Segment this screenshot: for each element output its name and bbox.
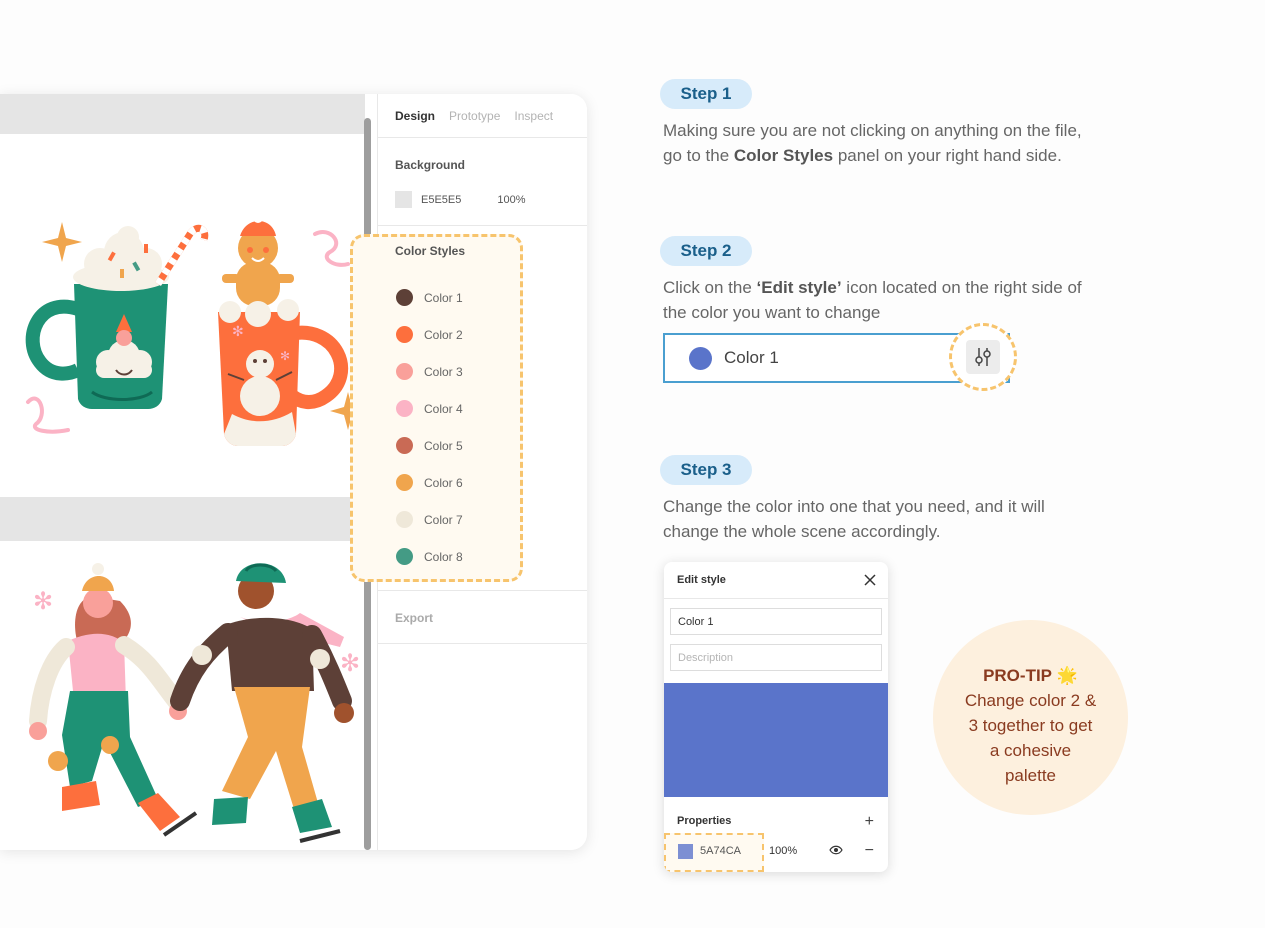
- color-style-label: Color 7: [424, 512, 463, 527]
- step-3-text: Change the color into one that you need,…: [663, 494, 1093, 544]
- step-1-text: Making sure you are not clicking on anyt…: [663, 118, 1093, 168]
- color-style-label: Color 3: [424, 364, 463, 379]
- panel-tabs: Design Prototype Inspect: [378, 94, 587, 138]
- color-style-item[interactable]: Color 6: [378, 464, 587, 501]
- color-styles-section: Color Styles Color 1 Color 2 Color 3 Col…: [350, 226, 587, 591]
- edit-style-dialog: Edit style Color 1 Description Propertie…: [664, 562, 888, 872]
- color-dot: [396, 437, 413, 454]
- color-dot: [396, 326, 413, 343]
- color-1-label: Color 1: [724, 348, 779, 367]
- color-style-item[interactable]: Color 3: [378, 353, 587, 390]
- tab-inspect[interactable]: Inspect: [514, 109, 553, 123]
- export-title: Export: [395, 611, 434, 625]
- pro-tip-title: PRO-TIP: [983, 666, 1053, 685]
- color-style-label: Color 1: [424, 290, 463, 305]
- canvas-frame-bottom-band: [0, 497, 377, 541]
- add-property-icon[interactable]: +: [865, 814, 874, 830]
- design-panel: Design Prototype Inspect Background E5E5…: [350, 94, 587, 850]
- color-styles-title: Color Styles: [395, 244, 466, 258]
- color-style-label: Color 2: [424, 327, 463, 342]
- edit-style-title: Edit style: [677, 574, 726, 586]
- design-canvas: ✻ ✻ ✻ ✻ Design Prototype Inspect Backgro…: [0, 94, 587, 850]
- canvas-frame-top-band: [0, 94, 365, 134]
- eye-icon[interactable]: [829, 845, 843, 855]
- color-dot: [396, 474, 413, 491]
- color-style-label: Color 8: [424, 549, 463, 564]
- properties-section: Properties + 5A74CA 100% −: [664, 797, 888, 872]
- step-2-text: Click on the ‘Edit style’ icon located o…: [663, 275, 1093, 325]
- color-preview[interactable]: [664, 683, 888, 797]
- color-style-label: Color 4: [424, 401, 463, 416]
- color-style-item[interactable]: Color 7: [378, 501, 587, 538]
- svg-text:✻: ✻: [33, 588, 53, 615]
- edit-style-icon-box: [966, 340, 1000, 374]
- step-2-pill: Step 2: [660, 236, 752, 266]
- background-opacity[interactable]: 100%: [497, 194, 525, 206]
- color-style-label: Color 6: [424, 475, 463, 490]
- color-dot: [396, 289, 413, 306]
- fill-swatch[interactable]: [678, 844, 693, 859]
- background-section: Background E5E5E5 100%: [378, 138, 587, 226]
- background-title: Background: [395, 158, 466, 172]
- step-1-text-b: panel on your right hand side.: [833, 146, 1062, 165]
- remove-fill-icon[interactable]: −: [865, 843, 874, 859]
- background-hex[interactable]: E5E5E5: [421, 194, 461, 206]
- color-style-item[interactable]: Color 1: [378, 279, 587, 316]
- fill-opacity[interactable]: 100%: [769, 845, 797, 857]
- pro-tip-heading: PRO-TIP 🌟: [933, 663, 1128, 688]
- edit-style-button[interactable]: [949, 323, 1017, 391]
- tab-design[interactable]: Design: [395, 109, 435, 123]
- close-icon[interactable]: [862, 572, 878, 588]
- svg-text:✻: ✻: [340, 650, 360, 677]
- color-style-label: Color 5: [424, 438, 463, 453]
- color-style-item[interactable]: Color 2: [378, 316, 587, 353]
- svg-text:✻: ✻: [280, 349, 290, 363]
- style-name-input[interactable]: Color 1: [670, 608, 882, 635]
- step-2-text-bold: ‘Edit style’: [756, 278, 842, 297]
- background-row[interactable]: E5E5E5 100%: [378, 191, 587, 208]
- edit-style-icon: [975, 348, 991, 366]
- step-3-pill: Step 3: [660, 455, 752, 485]
- color-styles-list: Color 1 Color 2 Color 3 Color 4 Color 5 …: [378, 279, 587, 575]
- style-description-input[interactable]: Description: [670, 644, 882, 671]
- color-dot: [396, 363, 413, 380]
- edit-style-header: Edit style: [664, 562, 888, 599]
- fill-hex[interactable]: 5A74CA: [700, 845, 741, 857]
- color-style-item[interactable]: Color 8: [378, 538, 587, 575]
- step-2-text-a: Click on the: [663, 278, 757, 297]
- tab-prototype[interactable]: Prototype: [449, 109, 500, 123]
- color-dot: [396, 548, 413, 565]
- color-1-dot: [689, 346, 712, 370]
- background-swatch[interactable]: [395, 191, 412, 208]
- color-style-item[interactable]: Color 4: [378, 390, 587, 427]
- color-dot: [396, 511, 413, 528]
- pro-tip-badge: PRO-TIP 🌟 Change color 2 & 3 together to…: [933, 620, 1128, 815]
- star-icon: 🌟: [1056, 666, 1078, 685]
- properties-title: Properties: [677, 815, 732, 827]
- step-3-text-a: Change the color into one that you need,…: [663, 497, 1045, 541]
- export-section[interactable]: Export: [378, 591, 587, 644]
- pro-tip-text: Change color 2 & 3 together to get a coh…: [964, 691, 1097, 785]
- step-1-text-bold: Color Styles: [733, 146, 834, 165]
- illustration-skaters: ✻ ✻: [29, 563, 360, 843]
- illustration-mugs: ✻ ✻: [25, 213, 365, 446]
- svg-text:✻: ✻: [232, 323, 244, 339]
- step-1-pill: Step 1: [660, 79, 752, 109]
- color-style-item[interactable]: Color 5: [378, 427, 587, 464]
- color-dot: [396, 400, 413, 417]
